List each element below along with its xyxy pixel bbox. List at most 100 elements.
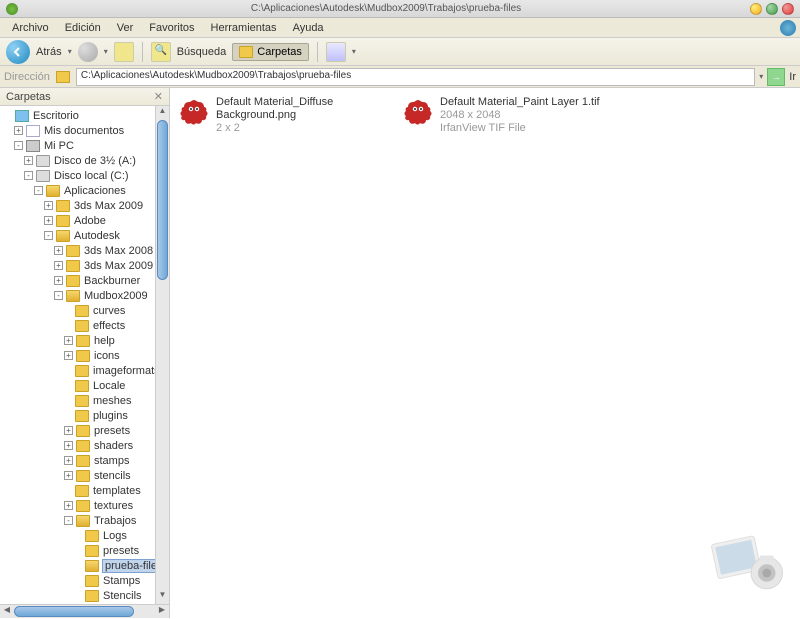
address-input[interactable]: C:\Aplicaciones\Autodesk\Mudbox2009\Trab…	[76, 68, 755, 86]
tree-item[interactable]: meshes	[0, 393, 155, 408]
minimize-button[interactable]	[750, 3, 762, 15]
tree-item[interactable]: +stencils	[0, 468, 155, 483]
horizontal-scrollbar[interactable]: ◀ ▶	[0, 604, 169, 618]
tree-item[interactable]: +icons	[0, 348, 155, 363]
folder-tree[interactable]: Escritorio+Mis documentos-Mi PC+Disco de…	[0, 106, 155, 604]
tree-item[interactable]: prueba-files	[0, 558, 155, 573]
tree-item[interactable]: -Mudbox2009	[0, 288, 155, 303]
tree-item[interactable]: +shaders	[0, 438, 155, 453]
scroll-thumb[interactable]	[14, 606, 134, 617]
expand-toggle[interactable]: +	[64, 471, 73, 480]
tree-item[interactable]: +3ds Max 2008	[0, 243, 155, 258]
tree-item[interactable]: +3ds Max 2009	[0, 198, 155, 213]
expand-toggle[interactable]: +	[44, 216, 53, 225]
tree-item[interactable]: +Mis documentos	[0, 123, 155, 138]
expand-toggle[interactable]: +	[64, 441, 73, 450]
expand-toggle[interactable]: +	[44, 201, 53, 210]
menu-herramientas[interactable]: Herramientas	[203, 20, 285, 36]
folder-open-icon	[56, 230, 70, 242]
docs-icon	[26, 125, 40, 137]
tree-item[interactable]: imageformats	[0, 363, 155, 378]
scroll-right-arrow[interactable]: ▶	[155, 605, 169, 618]
tree-item[interactable]: templates	[0, 483, 155, 498]
maximize-button[interactable]	[766, 3, 778, 15]
file-item[interactable]: Default Material_Paint Layer 1.tif2048 x…	[402, 96, 602, 135]
tree-item[interactable]: curves	[0, 303, 155, 318]
menu-ver[interactable]: Ver	[109, 20, 142, 36]
tree-item[interactable]: Logs	[0, 528, 155, 543]
menu-archivo[interactable]: Archivo	[4, 20, 57, 36]
tree-item[interactable]: +help	[0, 333, 155, 348]
sidebar-header: Carpetas ✕	[0, 88, 169, 106]
tree-item[interactable]: -Disco local (C:)	[0, 168, 155, 183]
address-dropdown-icon[interactable]: ▾	[759, 72, 763, 81]
tree-item[interactable]: +3ds Max 2009	[0, 258, 155, 273]
back-button[interactable]	[6, 40, 30, 64]
tree-item-label: Locale	[92, 380, 126, 392]
search-icon[interactable]	[151, 42, 171, 62]
search-label[interactable]: Búsqueda	[177, 46, 227, 58]
expand-toggle[interactable]: -	[24, 171, 33, 180]
vertical-scrollbar[interactable]: ▲ ▼	[155, 106, 169, 604]
tree-item[interactable]: Stamps	[0, 573, 155, 588]
tree-item[interactable]: -Autodesk	[0, 228, 155, 243]
expand-toggle[interactable]: -	[64, 516, 73, 525]
tree-item[interactable]: presets	[0, 543, 155, 558]
menu-favoritos[interactable]: Favoritos	[141, 20, 202, 36]
tree-item[interactable]: -Mi PC	[0, 138, 155, 153]
folders-button[interactable]: Carpetas	[232, 43, 309, 61]
expand-toggle[interactable]: +	[54, 261, 63, 270]
file-type-icon	[178, 96, 210, 128]
go-button[interactable]: →	[767, 68, 785, 86]
tree-item[interactable]: Temp	[0, 603, 155, 604]
expand-toggle[interactable]: -	[44, 231, 53, 240]
back-label[interactable]: Atrás	[36, 46, 62, 58]
tree-item-label: Trabajos	[93, 515, 137, 527]
expand-toggle[interactable]: +	[24, 156, 33, 165]
scroll-up-arrow[interactable]: ▲	[156, 106, 169, 120]
folder-icon	[76, 350, 90, 362]
file-type-icon	[402, 96, 434, 128]
views-button[interactable]	[326, 42, 346, 62]
navigation-toolbar: Atrás ▾ ▾ Búsqueda Carpetas ▾	[0, 38, 800, 66]
tree-item[interactable]: +presets	[0, 423, 155, 438]
tree-item[interactable]: plugins	[0, 408, 155, 423]
folder-icon	[75, 320, 89, 332]
close-button[interactable]	[782, 3, 794, 15]
expand-toggle[interactable]: +	[64, 426, 73, 435]
scroll-thumb[interactable]	[157, 120, 168, 280]
tree-item[interactable]: +stamps	[0, 453, 155, 468]
up-button[interactable]	[114, 42, 134, 62]
scroll-down-arrow[interactable]: ▼	[156, 590, 169, 604]
go-label[interactable]: Ir	[789, 71, 796, 83]
tree-item[interactable]: +Disco de 3½ (A:)	[0, 153, 155, 168]
expand-toggle[interactable]: -	[34, 186, 43, 195]
expand-toggle[interactable]: +	[64, 351, 73, 360]
expand-toggle[interactable]: +	[64, 501, 73, 510]
expand-toggle[interactable]: -	[54, 291, 63, 300]
expand-toggle[interactable]: -	[14, 141, 23, 150]
sidebar-close-button[interactable]: ✕	[154, 90, 163, 103]
expand-toggle[interactable]: +	[54, 276, 63, 285]
tree-item[interactable]: effects	[0, 318, 155, 333]
tree-item[interactable]: Escritorio	[0, 108, 155, 123]
expand-toggle[interactable]: +	[64, 336, 73, 345]
file-item[interactable]: Default Material_DiffuseBackground.png2 …	[178, 96, 378, 135]
tree-item[interactable]: +Adobe	[0, 213, 155, 228]
tree-item[interactable]: +textures	[0, 498, 155, 513]
forward-button[interactable]	[78, 42, 98, 62]
expand-toggle[interactable]: +	[54, 246, 63, 255]
tree-item[interactable]: -Aplicaciones	[0, 183, 155, 198]
tree-item[interactable]: +Backburner	[0, 273, 155, 288]
expand-toggle[interactable]: +	[14, 126, 23, 135]
tree-item[interactable]: Stencils	[0, 588, 155, 603]
back-dropdown-icon[interactable]: ▾	[68, 47, 72, 56]
tree-item[interactable]: Locale	[0, 378, 155, 393]
forward-dropdown-icon[interactable]: ▾	[104, 47, 108, 56]
tree-item[interactable]: - Trabajos	[0, 513, 155, 528]
views-dropdown-icon[interactable]: ▾	[352, 47, 356, 56]
menu-edicion[interactable]: Edición	[57, 20, 109, 36]
expand-toggle[interactable]: +	[64, 456, 73, 465]
menu-ayuda[interactable]: Ayuda	[285, 20, 332, 36]
scroll-left-arrow[interactable]: ◀	[0, 605, 14, 618]
